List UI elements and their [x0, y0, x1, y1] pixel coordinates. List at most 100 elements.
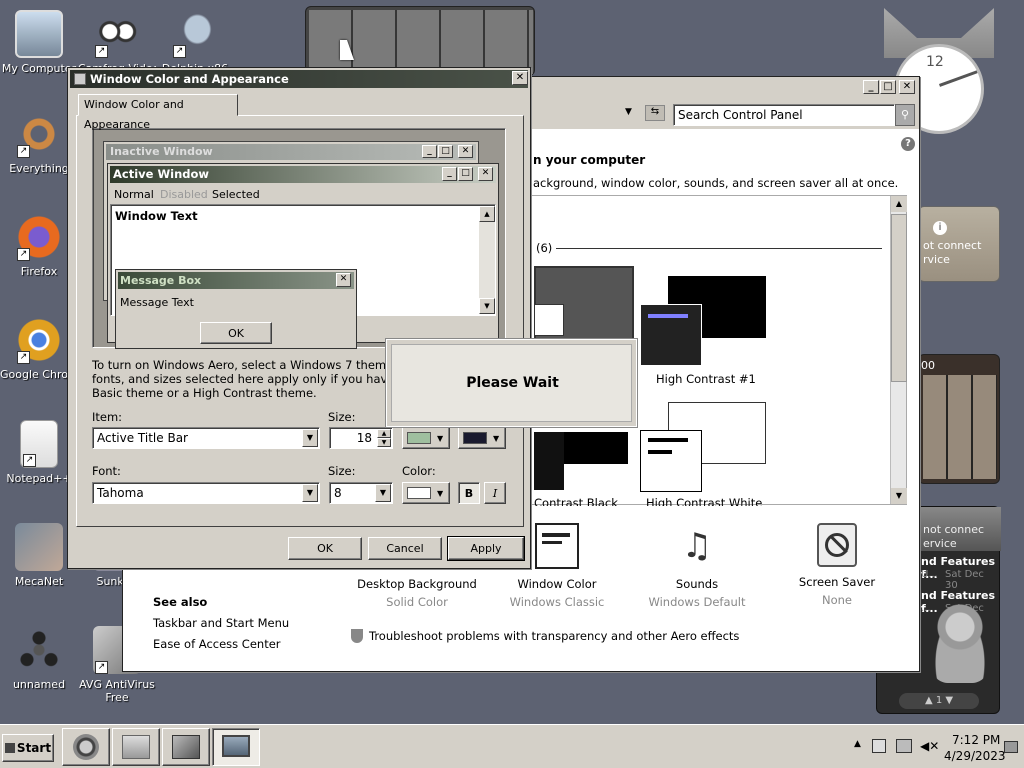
font-color-label: Color: [402, 464, 436, 478]
address-dropdown-icon[interactable]: ▼ [625, 107, 632, 117]
font-select[interactable]: Tahoma ▼ [92, 482, 320, 504]
see-also-heading: See also [153, 595, 208, 609]
taskbar-display[interactable] [212, 728, 260, 766]
theme-black-thumb[interactable] [564, 432, 628, 464]
theme-scrollbar[interactable]: ▲ ▼ [890, 196, 907, 504]
scroll-down-icon[interactable]: ▼ [891, 488, 907, 504]
theme-black-label[interactable]: Contrast Black [534, 496, 618, 506]
preview-area: Inactive Window _ □ ✕ Active Window _ □ … [92, 128, 506, 349]
sounds-icon: ♫ [681, 526, 713, 566]
pager-down-icon[interactable]: ▼ [942, 695, 953, 706]
desktop-background-sub: Solid Color [386, 595, 448, 609]
close-icon[interactable]: ✕ [899, 80, 915, 94]
color2-dropdown-icon: ▼ [493, 434, 500, 443]
photo-gadget: 00 [918, 354, 1000, 484]
cp-desktop-background[interactable]: Desktop Background Solid Color [347, 577, 487, 609]
msgbox-ok-button: OK [200, 322, 272, 344]
font-size-select[interactable]: 8 ▼ [329, 482, 393, 504]
sounds-title: Sounds [675, 577, 719, 591]
cancel-button[interactable]: Cancel [368, 537, 442, 560]
active-max-icon: □ [458, 167, 473, 181]
pager-up-icon[interactable]: ▲ [925, 695, 936, 706]
mouse-cursor-icon [340, 40, 354, 60]
dialog-tab[interactable]: Window Color and Appearance [78, 94, 238, 131]
cp-sounds[interactable]: ♫ Sounds Windows Default [627, 523, 767, 609]
size-spinner[interactable]: 18 ▲ ▼ [329, 427, 393, 449]
msgbox-ok-label: OK [228, 327, 244, 340]
color1-picker[interactable]: ▼ [402, 427, 450, 449]
theme-group-label: (6) [536, 241, 553, 255]
tray-date[interactable]: 4/29/2023 [944, 749, 1006, 763]
ok-label: OK [317, 542, 333, 555]
news-gadget: i ot connect rvice [918, 206, 1000, 282]
theme-hc1-label[interactable]: High Contrast #1 [656, 372, 756, 386]
everything-icon: ↗ [15, 110, 63, 158]
scroll-thumb[interactable] [891, 214, 907, 382]
theme-white-label[interactable]: High Contrast White [646, 496, 762, 506]
my-computer-icon [15, 10, 63, 58]
font-label: Font: [92, 464, 121, 478]
screen-saver-icon [817, 523, 857, 567]
font-color-picker[interactable]: ▼ [402, 482, 450, 504]
font-size-dropdown-icon[interactable]: ▼ [375, 484, 391, 502]
news-status: ot connect [923, 239, 982, 252]
show-desktop-icon[interactable] [1004, 741, 1018, 753]
notepadpp-icon: ↗ [20, 420, 58, 468]
dialog-title: Window Color and Appearance [90, 72, 289, 86]
search-icon[interactable]: ⚲ [895, 104, 915, 126]
help-icon[interactable]: ? [901, 137, 915, 151]
dialog-close-icon[interactable]: ✕ [512, 71, 528, 85]
item-select[interactable]: Active Title Bar ▼ [92, 427, 320, 449]
inactive-titlebar: Inactive Window [106, 144, 476, 160]
camfrog-icon: ↗ [93, 10, 141, 58]
tray-flag-icon[interactable] [872, 739, 886, 753]
link-taskbar[interactable]: Taskbar and Start Menu [153, 616, 289, 630]
tray-expand-icon[interactable]: ▲ [854, 739, 861, 749]
tray-volume-icon[interactable]: ◀✕ [920, 739, 939, 753]
desktop-icon-unnamed[interactable]: unnamed [0, 626, 78, 691]
ok-button[interactable]: OK [288, 537, 362, 560]
spin-down-icon[interactable]: ▼ [377, 438, 391, 447]
menu-selected: Selected [212, 188, 260, 201]
minimize-icon[interactable]: _ [863, 80, 879, 94]
refresh-icon[interactable]: ⇆ [645, 105, 665, 121]
start-button[interactable]: Start [2, 734, 54, 762]
cp-screen-saver[interactable]: Screen Saver None [767, 523, 907, 607]
link-ease-of-access[interactable]: Ease of Access Center [153, 637, 281, 651]
spin-up-icon[interactable]: ▲ [377, 429, 391, 438]
inactive-max-icon: □ [438, 145, 453, 158]
search-input[interactable]: Search Control Panel [673, 104, 895, 126]
gadget-time: 00 [921, 359, 935, 372]
taskbar-control-panel[interactable] [162, 728, 210, 766]
please-wait-dialog: Please Wait [385, 338, 638, 428]
desktop-icon-camfrog[interactable]: ↗ Camfrog Video [78, 10, 156, 75]
link-troubleshoot[interactable]: Troubleshoot problems with transparency … [369, 629, 739, 643]
taskbar-chrome[interactable] [62, 728, 110, 766]
firefox-icon: ↗ [15, 213, 63, 261]
tray-time[interactable]: 7:12 PM [952, 733, 1000, 747]
taskbar: Start ▲ ◀✕ 7:12 PM 4/29/2023 [0, 724, 1024, 768]
font-color-swatch [407, 487, 431, 499]
unnamed-icon [15, 626, 63, 674]
inactive-title: Inactive Window [110, 145, 213, 158]
italic-button[interactable]: I [484, 482, 506, 504]
feed-item-1-date: Sat Dec 30 [945, 569, 984, 591]
desktop-icon-my-computer[interactable]: My Computer [0, 10, 78, 75]
taskbar-explorer[interactable] [112, 728, 160, 766]
theme-white-bar [648, 438, 688, 442]
clock-twelve: 12 [926, 54, 944, 70]
menu-normal: Normal [114, 188, 154, 201]
apply-button[interactable]: Apply [447, 536, 525, 561]
font-dropdown-icon[interactable]: ▼ [302, 484, 318, 502]
desktop-icon-dolphin[interactable]: ↗ Dolphin x86 [156, 10, 234, 75]
feed-pager[interactable]: ▲ 1 ▼ [899, 693, 979, 709]
dialog-titlebar: Window Color and Appearance [70, 70, 528, 88]
scroll-up-icon[interactable]: ▲ [891, 196, 907, 212]
taskbar-chrome-icon [73, 734, 99, 760]
menu-disabled: Disabled [160, 188, 208, 201]
maximize-icon[interactable]: □ [880, 80, 896, 94]
item-dropdown-icon[interactable]: ▼ [302, 429, 318, 447]
bold-button[interactable]: B [458, 482, 480, 504]
tray-network-icon[interactable] [896, 739, 912, 753]
color2-picker[interactable]: ▼ [458, 427, 506, 449]
